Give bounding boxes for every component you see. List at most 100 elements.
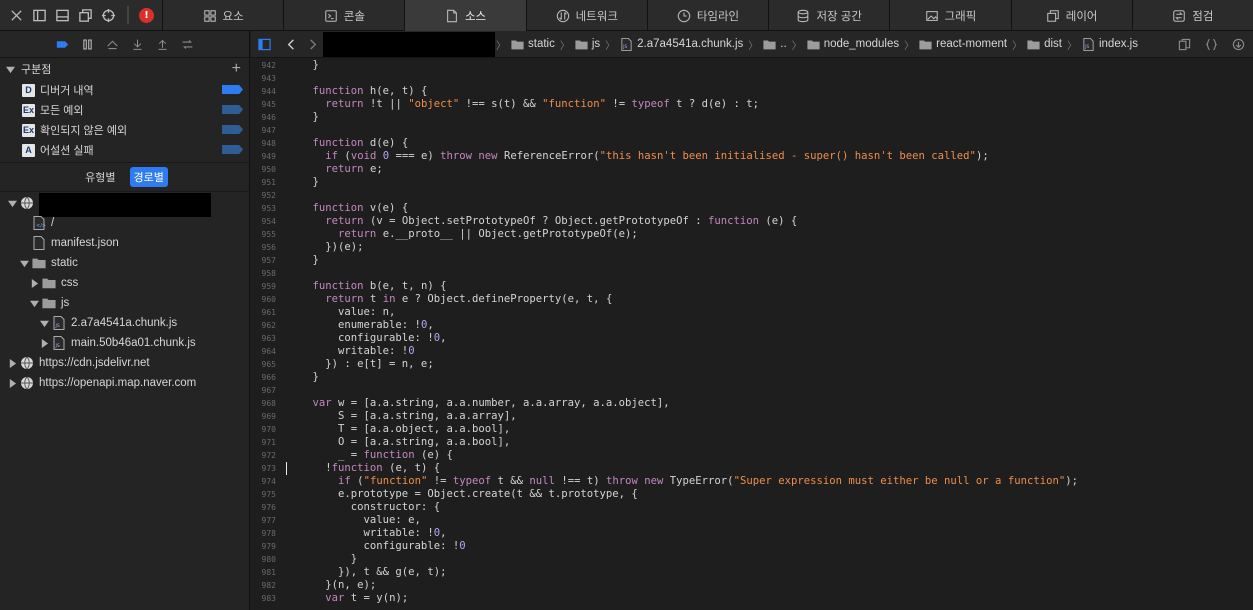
- tab-audit[interactable]: 점검: [1131, 0, 1253, 31]
- breakpoint-uncaught-exceptions[interactable]: Ex 확인되지 않은 예외: [0, 120, 249, 140]
- code-line[interactable]: 953 function v(e) {: [251, 202, 1253, 215]
- chevron-down-icon[interactable]: [8, 199, 17, 208]
- add-breakpoint-icon[interactable]: +: [232, 60, 241, 78]
- step-out-icon[interactable]: [155, 37, 170, 52]
- code-line[interactable]: 960 return t in e ? Object.definePropert…: [251, 293, 1253, 306]
- line-number[interactable]: 981: [251, 566, 276, 579]
- line-number[interactable]: 980: [251, 553, 276, 566]
- line-number[interactable]: 978: [251, 527, 276, 540]
- breakpoints-section-header[interactable]: 구분점 +: [0, 58, 249, 80]
- step-into-icon[interactable]: [130, 37, 145, 52]
- line-number[interactable]: 957: [251, 254, 276, 267]
- undock-icon[interactable]: [77, 7, 94, 24]
- code-line[interactable]: 961 value: n,: [251, 306, 1253, 319]
- line-number[interactable]: 956: [251, 241, 276, 254]
- tree-item-static[interactable]: static: [20, 253, 78, 273]
- code-line[interactable]: 957 }: [251, 254, 1253, 267]
- breadcrumb-node-modules[interactable]: node_modules: [803, 38, 903, 51]
- line-number[interactable]: 953: [251, 202, 276, 215]
- code-line[interactable]: 955 return e.__proto__ || Object.getProt…: [251, 228, 1253, 241]
- code-line[interactable]: 976 constructor: {: [251, 501, 1253, 514]
- breakpoint-debugger-statements[interactable]: D 디버거 내역: [0, 80, 249, 100]
- code-line[interactable]: 956 })(e);: [251, 241, 1253, 254]
- breadcrumb-js[interactable]: js: [571, 38, 604, 51]
- code-line[interactable]: 946 }: [251, 111, 1253, 124]
- breakpoints-toggle-icon[interactable]: [55, 37, 70, 52]
- line-number[interactable]: 972: [251, 449, 276, 462]
- breakpoint-flag-icon[interactable]: [222, 125, 243, 134]
- code-line[interactable]: 947: [251, 124, 1253, 137]
- code-line[interactable]: 951 }: [251, 176, 1253, 189]
- breadcrumb-parent[interactable]: ..: [759, 38, 790, 51]
- tree-item-css[interactable]: css: [30, 273, 78, 293]
- pause-icon[interactable]: [80, 37, 95, 52]
- pretty-print-icon[interactable]: [1205, 38, 1218, 51]
- code-line[interactable]: 962 enumerable: !0,: [251, 319, 1253, 332]
- breadcrumb-dist[interactable]: dist: [1023, 38, 1066, 51]
- code-line[interactable]: 969 S = [a.a.string, a.a.array],: [251, 410, 1253, 423]
- code-line[interactable]: 974 if ("function" != typeof t && null !…: [251, 475, 1253, 488]
- breakpoint-flag-icon[interactable]: [222, 105, 243, 114]
- line-number[interactable]: 976: [251, 501, 276, 514]
- line-number[interactable]: 975: [251, 488, 276, 501]
- code-view[interactable]: 942 } 943 944 function h(e, t) {945 return…: [251, 59, 1253, 610]
- code-line[interactable]: 944 function h(e, t) {: [251, 85, 1253, 98]
- tab-storage[interactable]: 저장 공간: [768, 0, 889, 31]
- code-line[interactable]: 971 O = [a.a.string, a.a.bool],: [251, 436, 1253, 449]
- chevron-down-icon[interactable]: [30, 299, 39, 308]
- line-number[interactable]: 970: [251, 423, 276, 436]
- line-number[interactable]: 969: [251, 410, 276, 423]
- download-icon[interactable]: [1232, 38, 1245, 51]
- group-by-type-button[interactable]: 유형별: [81, 167, 119, 187]
- tab-layers[interactable]: 레이어: [1010, 0, 1132, 31]
- code-line[interactable]: 952: [251, 189, 1253, 202]
- line-number[interactable]: 958: [251, 267, 276, 280]
- tree-item-chunk-2[interactable]: JS 2.a7a4541a.chunk.js: [40, 313, 177, 333]
- line-number[interactable]: 955: [251, 228, 276, 241]
- line-number[interactable]: 945: [251, 98, 276, 111]
- code-line[interactable]: 963 configurable: !0,: [251, 332, 1253, 345]
- code-line[interactable]: 954 return (v = Object.setPrototypeOf ? …: [251, 215, 1253, 228]
- line-number[interactable]: 947: [251, 124, 276, 137]
- code-line[interactable]: 966 }: [251, 371, 1253, 384]
- copy-icon[interactable]: [1178, 38, 1191, 51]
- line-number[interactable]: 982: [251, 579, 276, 592]
- code-line[interactable]: 948 function d(e) {: [251, 137, 1253, 150]
- code-line[interactable]: 950 return e;: [251, 163, 1253, 176]
- tree-item-main-chunk[interactable]: JS main.50b46a01.chunk.js: [40, 333, 196, 353]
- line-number[interactable]: 974: [251, 475, 276, 488]
- line-number[interactable]: 962: [251, 319, 276, 332]
- line-number[interactable]: 948: [251, 137, 276, 150]
- tree-item-origin[interactable]: [8, 193, 211, 217]
- chevron-right-icon[interactable]: [8, 378, 17, 388]
- code-line[interactable]: 972 _ = function (e) {: [251, 449, 1253, 462]
- chevron-right-icon[interactable]: [40, 338, 49, 348]
- line-number[interactable]: 949: [251, 150, 276, 163]
- dock-sidebar-icon[interactable]: [31, 7, 48, 24]
- line-number[interactable]: 977: [251, 514, 276, 527]
- breakpoint-flag-icon[interactable]: [222, 145, 243, 154]
- dock-bottom-icon[interactable]: [54, 7, 71, 24]
- tab-elements[interactable]: 요소: [162, 0, 283, 31]
- line-number[interactable]: 944: [251, 85, 276, 98]
- line-number[interactable]: 973: [251, 462, 276, 475]
- tab-sources[interactable]: 소스: [404, 0, 526, 31]
- line-number[interactable]: 954: [251, 215, 276, 228]
- tree-item-cdn-jsdelivr[interactable]: https://cdn.jsdelivr.net: [8, 353, 150, 373]
- code-line[interactable]: 983 var t = y(n);: [251, 592, 1253, 605]
- breakpoint-flag-icon[interactable]: [222, 85, 243, 94]
- error-badge[interactable]: !: [139, 7, 154, 23]
- code-line[interactable]: 975 e.prototype = Object.create(t && t.p…: [251, 488, 1253, 501]
- code-line[interactable]: 977 value: e,: [251, 514, 1253, 527]
- back-icon[interactable]: [275, 38, 302, 51]
- breadcrumb-react-moment[interactable]: react-moment: [915, 38, 1011, 51]
- code-line[interactable]: 973 !function (e, t) {: [251, 462, 1253, 475]
- line-number[interactable]: 968: [251, 397, 276, 410]
- line-number[interactable]: 943: [251, 72, 276, 85]
- toggle-navigation-icon[interactable]: [251, 38, 275, 51]
- breadcrumb-index-js[interactable]: JS index.js: [1078, 37, 1142, 51]
- line-number[interactable]: 964: [251, 345, 276, 358]
- tab-console[interactable]: 콘솔: [283, 0, 404, 31]
- line-number[interactable]: 952: [251, 189, 276, 202]
- chevron-right-icon[interactable]: [8, 358, 17, 368]
